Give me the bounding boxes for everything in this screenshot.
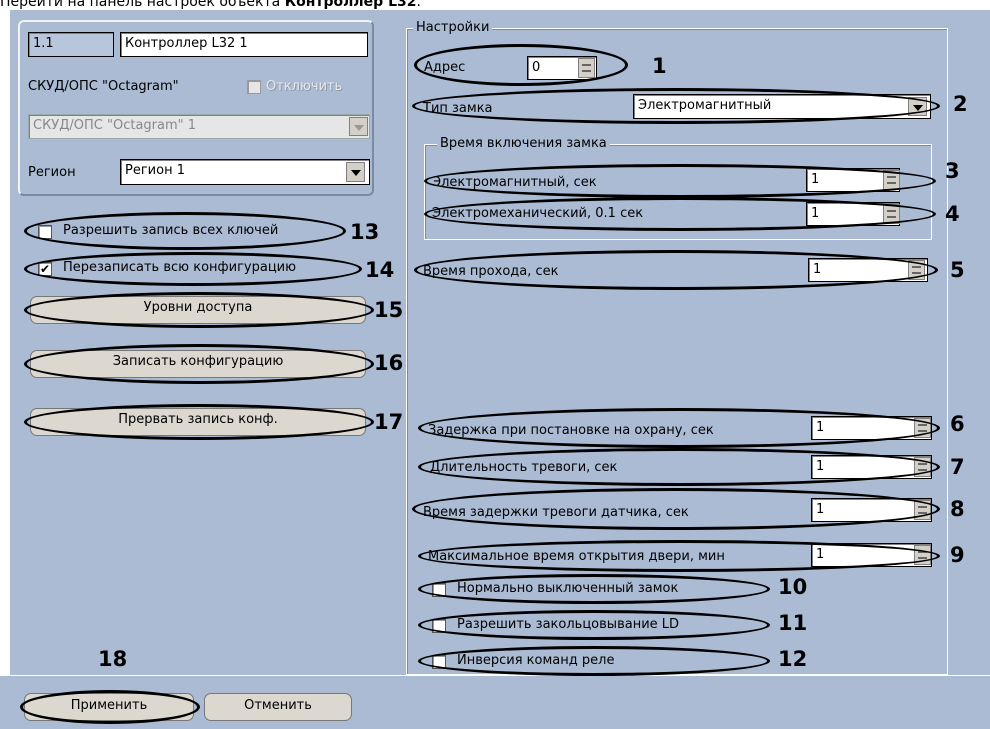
region-select[interactable]: Регион 1 [120,159,370,185]
page-caption: Перейти на панель настроек объекта Контр… [0,0,421,10]
callout-8: 8 [950,497,965,521]
callout-ellipse-13 [24,212,346,250]
callout-4: 4 [945,202,960,226]
disable-label: Отключить [266,79,343,94]
callout-6: 6 [950,412,965,436]
callout-2: 2 [953,92,968,116]
callout-12: 12 [778,647,808,671]
callout-ellipse-10 [418,574,770,604]
parent-select-dropdown-icon[interactable] [349,117,368,136]
callout-ellipse-18 [20,690,200,724]
region-label: Регион [28,165,76,180]
callout-1: 1 [652,54,667,78]
callout-15: 15 [374,298,404,322]
parent-select[interactable]: СКУД/ОПС "Octagram" 1 [28,114,370,139]
callout-ellipse-11 [418,610,770,640]
callout-7: 7 [950,455,965,479]
callout-13: 13 [350,220,380,244]
callout-ellipse-12 [418,646,770,676]
callout-ellipse-6 [418,408,940,448]
callout-ellipse-8 [412,488,940,530]
callout-ellipse-7 [418,448,940,486]
object-name-field[interactable]: Контроллер L32 1 [120,32,368,57]
settings-group-title: Настройки [413,20,493,36]
lock-time-group-title: Время включения замка [437,136,610,152]
callout-ellipse-17 [24,404,374,440]
callout-18: 18 [98,647,128,671]
callout-17: 17 [374,410,404,434]
callout-11: 11 [778,611,808,635]
callout-ellipse-4 [424,197,936,231]
callout-14: 14 [365,258,395,282]
callout-ellipse-15 [24,292,374,328]
parent-label: СКУД/ОПС "Octagram" [28,79,179,94]
callout-ellipse-14 [24,252,362,286]
object-id-field[interactable]: 1.1 [28,32,114,57]
region-dropdown-icon[interactable] [346,162,365,182]
disable-checkbox[interactable] [247,80,261,94]
callout-16: 16 [374,351,404,375]
callout-ellipse-2 [412,88,940,124]
callout-ellipse-1 [414,44,628,86]
cancel-button[interactable]: Отменить [204,693,352,721]
callout-10: 10 [778,575,808,599]
callout-ellipse-9 [418,540,940,572]
callout-3: 3 [945,159,960,183]
callout-ellipse-16 [24,344,374,384]
callout-ellipse-3 [424,164,936,198]
callout-ellipse-5 [414,250,938,290]
callout-5: 5 [950,258,965,282]
callout-9: 9 [950,543,965,567]
